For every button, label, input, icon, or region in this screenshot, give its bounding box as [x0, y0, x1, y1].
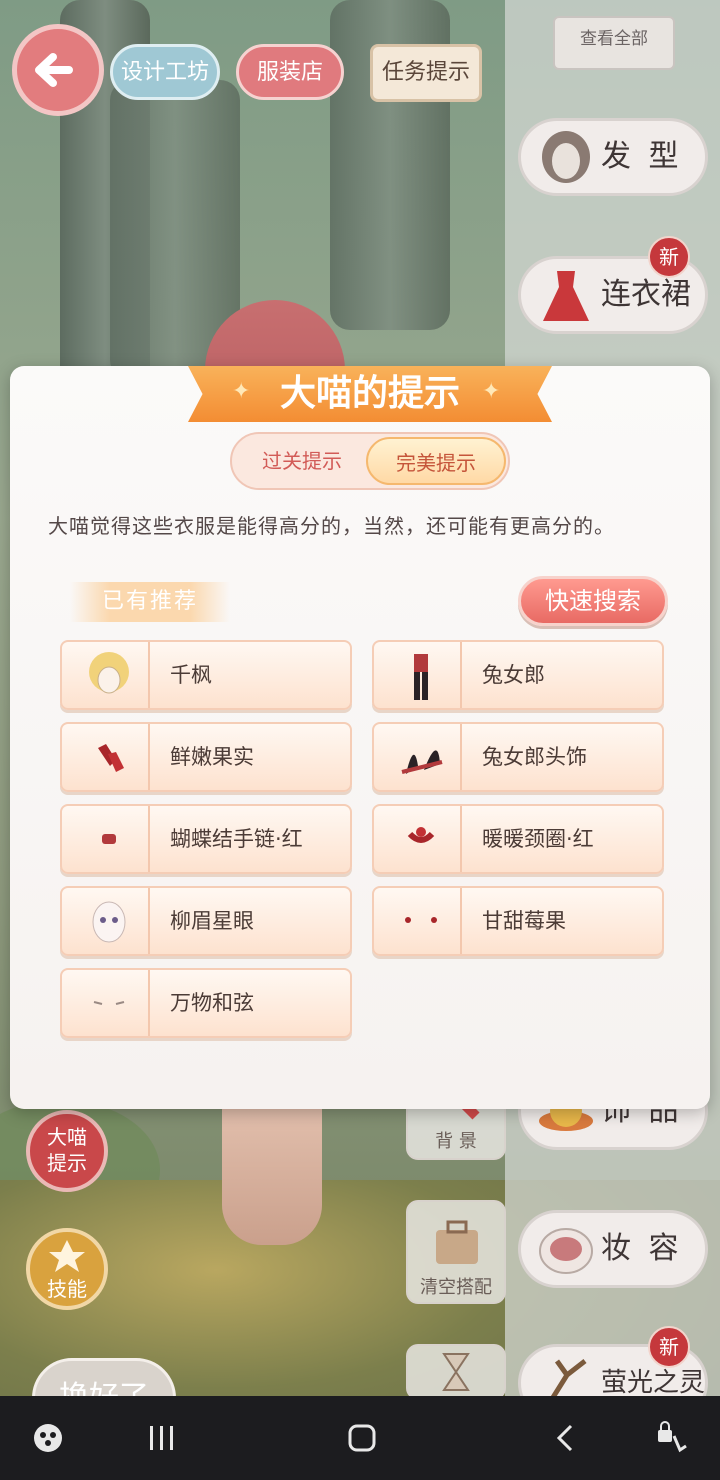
- arrow-left-icon: [35, 53, 73, 87]
- design-workshop-button[interactable]: 设计工坊: [110, 44, 220, 100]
- item-card[interactable]: 暖暖颈圈·红: [372, 804, 664, 874]
- divider: [148, 642, 150, 708]
- clear-outfit-button[interactable]: 清空搭配: [406, 1200, 506, 1304]
- category-makeup[interactable]: 妆 容: [518, 1210, 708, 1288]
- shoes-icon: [98, 744, 124, 772]
- memory-button[interactable]: [406, 1344, 506, 1400]
- skill-icon: [49, 1240, 85, 1272]
- earrings-icon: [405, 917, 437, 923]
- dialog-title-banner: ✦ 大喵的提示 ✦: [188, 366, 552, 422]
- hint-message: 大喵觉得这些衣服是能得高分的，当然，还可能有更高分的。: [48, 514, 615, 538]
- divider: [460, 806, 462, 872]
- item-name: 万物和弦: [170, 991, 254, 1015]
- choker-icon: [407, 827, 435, 843]
- game-tools-icon[interactable]: [28, 1416, 68, 1460]
- divider: [148, 806, 150, 872]
- suitcase-icon: [436, 1220, 478, 1264]
- view-all-button[interactable]: 查看全部: [553, 16, 675, 70]
- new-badge: 新: [648, 236, 690, 278]
- hint-tabs: 过关提示 完美提示: [230, 432, 510, 490]
- divider: [148, 888, 150, 954]
- home-icon[interactable]: [340, 1416, 384, 1460]
- bracelet-icon: [102, 834, 116, 844]
- item-name: 兔女郎: [482, 663, 545, 687]
- divider: [460, 724, 462, 790]
- clear-outfit-label: 清空搭配: [420, 1277, 492, 1298]
- item-card[interactable]: 兔女郎: [372, 640, 664, 710]
- face-icon: [92, 901, 126, 943]
- divider: [148, 970, 150, 1036]
- back-button[interactable]: [12, 24, 104, 116]
- divider: [460, 888, 462, 954]
- brows-icon: [93, 1001, 125, 1005]
- hairstyle-icon: [542, 131, 590, 183]
- item-name: 暖暖颈圈·红: [482, 827, 594, 851]
- hair-icon: [89, 652, 129, 694]
- tab-perfect-hint[interactable]: 完美提示: [366, 437, 506, 485]
- item-name: 兔女郎头饰: [482, 745, 587, 769]
- recommended-label: 已有推荐: [70, 582, 230, 622]
- sparkle-icon: ✦: [482, 379, 501, 404]
- new-badge: 新: [648, 1326, 690, 1368]
- item-card[interactable]: 鲜嫩果实: [60, 722, 352, 792]
- back-nav-icon[interactable]: [544, 1416, 588, 1460]
- skill-button[interactable]: 技能: [26, 1228, 108, 1310]
- category-label: 发 型: [601, 139, 683, 174]
- background-label: 背 景: [435, 1131, 477, 1152]
- category-hairstyle[interactable]: 发 型: [518, 118, 708, 196]
- bunny-ears-icon: [401, 750, 443, 774]
- item-card[interactable]: 甘甜莓果: [372, 886, 664, 956]
- clothing-store-button[interactable]: 服装店: [236, 44, 344, 100]
- task-hint-button[interactable]: 任务提示: [370, 44, 482, 102]
- item-name: 鲜嫩果实: [170, 745, 254, 769]
- item-name: 千枫: [170, 663, 212, 687]
- divider: [460, 642, 462, 708]
- hourglass-icon: [442, 1353, 470, 1391]
- item-card[interactable]: 柳眉星眼: [60, 886, 352, 956]
- item-name: 蝴蝶结手链·红: [170, 827, 303, 851]
- hint-label-1: 大喵: [47, 1125, 87, 1149]
- quick-search-button[interactable]: 快速搜索: [518, 576, 668, 626]
- hint-button[interactable]: 大喵 提示: [26, 1110, 108, 1192]
- hint-dialog: ✦ 大喵的提示 ✦ 过关提示 完美提示 大喵觉得这些衣服是能得高分的，当然，还可…: [10, 366, 710, 1109]
- dress-icon: [543, 271, 589, 321]
- item-card[interactable]: 蝴蝶结手链·红: [60, 804, 352, 874]
- category-label: 妆 容: [601, 1231, 683, 1266]
- item-name: 甘甜莓果: [482, 909, 566, 933]
- touch-lock-icon[interactable]: [652, 1416, 692, 1460]
- item-name: 柳眉星眼: [170, 909, 254, 933]
- system-nav-bar: [0, 1396, 720, 1480]
- skill-label: 技能: [47, 1277, 87, 1301]
- makeup-icon: [539, 1228, 593, 1274]
- item-card[interactable]: 兔女郎头饰: [372, 722, 664, 792]
- recent-apps-icon[interactable]: [140, 1416, 184, 1460]
- tab-pass-hint[interactable]: 过关提示: [236, 437, 368, 485]
- item-card[interactable]: 千枫: [60, 640, 352, 710]
- hint-label-2: 提示: [47, 1151, 87, 1175]
- divider: [148, 724, 150, 790]
- item-card[interactable]: 万物和弦: [60, 968, 352, 1038]
- outfit-icon: [414, 654, 428, 700]
